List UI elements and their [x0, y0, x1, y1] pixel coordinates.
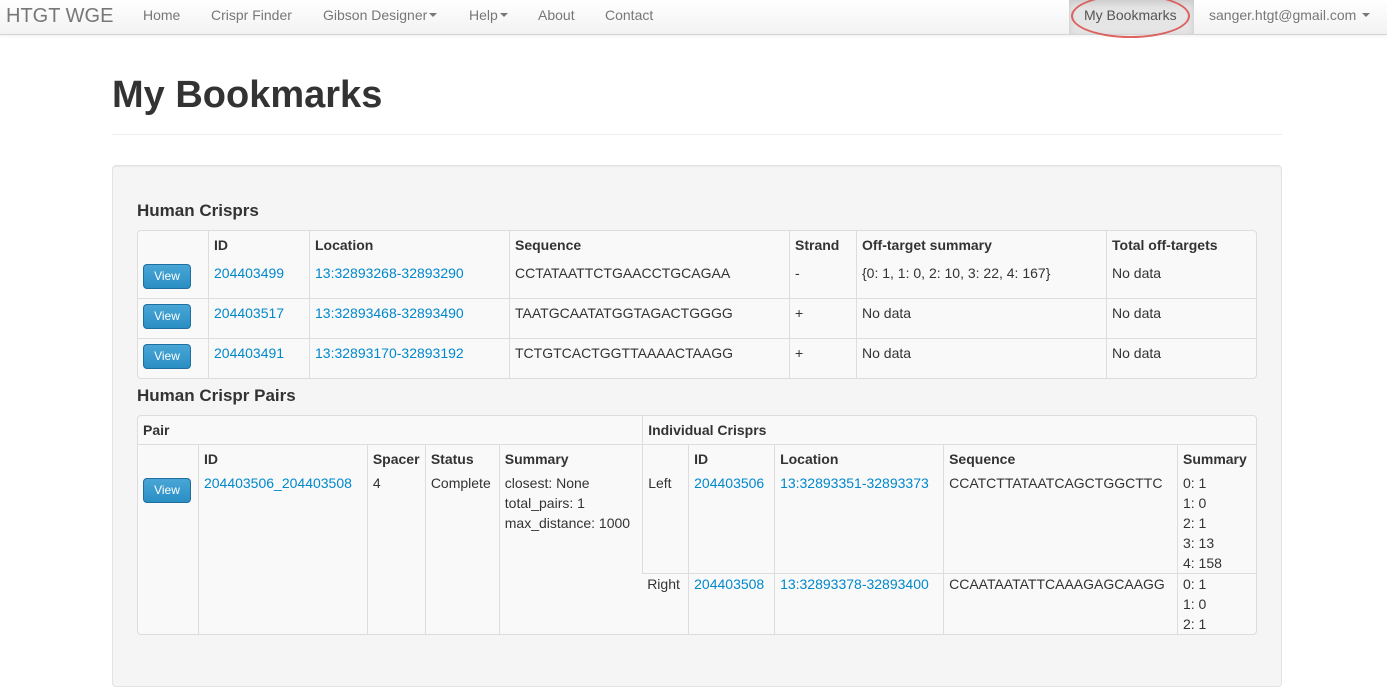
human-crisprs-title: Human Crisprs [137, 201, 259, 220]
table-header-row: ID Spacer Status Summary ID Location Seq… [138, 444, 1256, 473]
crispr-sequence: TCTGTCACTGGTTAAAACTAAGG [509, 338, 789, 378]
col-crispr-sequence: Sequence [943, 444, 1177, 473]
nav-gibson-designer-label: Gibson Designer [323, 7, 428, 23]
col-sequence: Sequence [509, 231, 789, 259]
col-side [642, 444, 689, 473]
nav-help[interactable]: Help [469, 7, 508, 23]
left-crispr-location-link[interactable]: 13:32893351-32893373 [780, 475, 929, 491]
crispr-location-link[interactable]: 13:32893170-32893192 [315, 345, 464, 361]
nav-about[interactable]: About [538, 7, 575, 23]
col-spacer: Spacer [366, 444, 425, 473]
col-view [138, 231, 208, 259]
brand-link[interactable]: HTGT WGE [6, 5, 113, 28]
right-crispr-id-link[interactable]: 204403508 [694, 576, 764, 592]
col-id: ID [208, 231, 309, 259]
col-off-target-summary: Off-target summary [856, 231, 1106, 259]
view-cell: View [138, 298, 208, 338]
col-strand: Strand [789, 231, 856, 259]
human-crispr-pairs-table: Pair Individual Crisprs ID Spacer Status… [137, 415, 1257, 635]
table-row: View 204403491 13:32893170-32893192 TCTG… [138, 338, 1256, 378]
left-crispr-id-link[interactable]: 204403506 [694, 475, 764, 491]
crispr-id-link[interactable]: 204403491 [214, 345, 284, 361]
col-status: Status [424, 444, 499, 473]
col-pair-summary: Summary [498, 444, 643, 473]
right-crispr-sequence: CCAATAATATTCAAAGAGCAAGG [943, 573, 1177, 634]
right-crispr-location-link[interactable]: 13:32893378-32893400 [780, 576, 929, 592]
crispr-sequence: TAATGCAATATGGTAGACTGGGG [509, 298, 789, 338]
user-email: sanger.htgt@gmail.com [1209, 7, 1357, 23]
crispr-total-off-targets: No data [1106, 259, 1256, 298]
pair-summary-line: max_distance: 1000 [504, 515, 631, 531]
crispr-strand: - [789, 259, 856, 298]
human-crisprs-table: ID Location Sequence Strand Off-target s… [137, 230, 1257, 379]
pair-spacer: 4 [366, 473, 425, 634]
pair-summary-line: closest: None [504, 475, 590, 491]
table-group-header-row: Pair Individual Crisprs [138, 416, 1256, 444]
crispr-off-target-summary: No data [856, 338, 1106, 378]
crispr-total-off-targets: No data [1106, 298, 1256, 338]
user-menu[interactable]: sanger.htgt@gmail.com [1209, 7, 1371, 23]
pair-status: Complete [424, 473, 499, 634]
table-row: View 204403517 13:32893468-32893490 TAAT… [138, 298, 1256, 338]
page-title: My Bookmarks [112, 74, 383, 116]
chevron-down-icon [1362, 13, 1371, 18]
crispr-strand: + [789, 338, 856, 378]
crispr-total-off-targets: No data [1106, 338, 1256, 378]
crispr-id-link[interactable]: 204403517 [214, 305, 284, 321]
crispr-id-link[interactable]: 204403499 [214, 265, 284, 281]
crispr-sequence: CCTATAATTCTGAACCTGCAGAA [509, 259, 789, 298]
navbar: HTGT WGE Home Crispr Finder Gibson Desig… [0, 0, 1387, 38]
right-crispr-summary: 0: 1 1: 0 2: 1 [1176, 573, 1256, 634]
col-pair-id: ID [197, 444, 367, 473]
table-row: View 204403499 13:32893268-32893290 CCTA… [138, 259, 1256, 298]
table-row: View 204403506_204403508 4 Complete clos… [138, 473, 1256, 634]
nav-crispr-finder[interactable]: Crispr Finder [211, 7, 292, 23]
summary-line: 1: 0 [1182, 495, 1207, 511]
right-label: Right [642, 573, 689, 634]
crispr-location-link[interactable]: 13:32893468-32893490 [315, 305, 464, 321]
summary-line: 0: 1 [1182, 475, 1207, 491]
pair-summary-line: total_pairs: 1 [504, 495, 585, 511]
view-button[interactable]: View [143, 264, 191, 289]
summary-line: 2: 1 [1182, 515, 1207, 531]
view-cell: View [138, 338, 208, 378]
crispr-strand: + [789, 298, 856, 338]
col-crispr-location: Location [774, 444, 944, 473]
col-crispr-id: ID [688, 444, 775, 473]
col-total-off-targets: Total off-targets [1106, 231, 1256, 259]
summary-line: 0: 1 [1182, 576, 1207, 592]
view-cell: View [138, 473, 198, 634]
chevron-down-icon [429, 13, 438, 18]
nav-gibson-designer[interactable]: Gibson Designer [323, 7, 438, 23]
pair-summary: closest: None total_pairs: 1 max_distanc… [498, 473, 642, 634]
pair-id-link[interactable]: 204403506_204403508 [204, 475, 352, 491]
left-crispr-summary: 0: 1 1: 0 2: 1 3: 13 4: 158 [1176, 473, 1256, 573]
view-cell: View [138, 259, 208, 298]
summary-line: 4: 158 [1182, 555, 1222, 571]
summary-line: 1: 0 [1182, 596, 1207, 612]
nav-contact[interactable]: Contact [605, 7, 653, 23]
nav-my-bookmarks[interactable]: My Bookmarks [1084, 7, 1177, 23]
group-header-pair: Pair [143, 422, 170, 438]
nav-home[interactable]: Home [143, 7, 180, 23]
summary-line: 3: 13 [1182, 535, 1215, 551]
col-location: Location [309, 231, 509, 259]
crispr-off-target-summary: {0: 1, 1: 0, 2: 10, 3: 22, 4: 167} [856, 259, 1106, 298]
crispr-off-target-summary: No data [856, 298, 1106, 338]
view-button[interactable]: View [143, 478, 191, 503]
left-crispr-sequence: CCATCTTATAATCAGCTGGCTTC [943, 473, 1177, 573]
crispr-location-link[interactable]: 13:32893268-32893290 [315, 265, 464, 281]
view-button[interactable]: View [143, 304, 191, 329]
nav-help-label: Help [469, 7, 498, 23]
chevron-down-icon [499, 13, 508, 18]
col-crispr-summary: Summary [1176, 444, 1256, 473]
group-header-individual-crisprs: Individual Crisprs [642, 416, 1256, 444]
title-divider [112, 134, 1282, 135]
col-view [138, 444, 198, 473]
human-crispr-pairs-title: Human Crispr Pairs [137, 386, 296, 405]
table-header-row: ID Location Sequence Strand Off-target s… [138, 231, 1256, 259]
summary-line: 2: 1 [1182, 616, 1207, 632]
view-button[interactable]: View [143, 344, 191, 369]
left-label: Left [642, 473, 688, 573]
